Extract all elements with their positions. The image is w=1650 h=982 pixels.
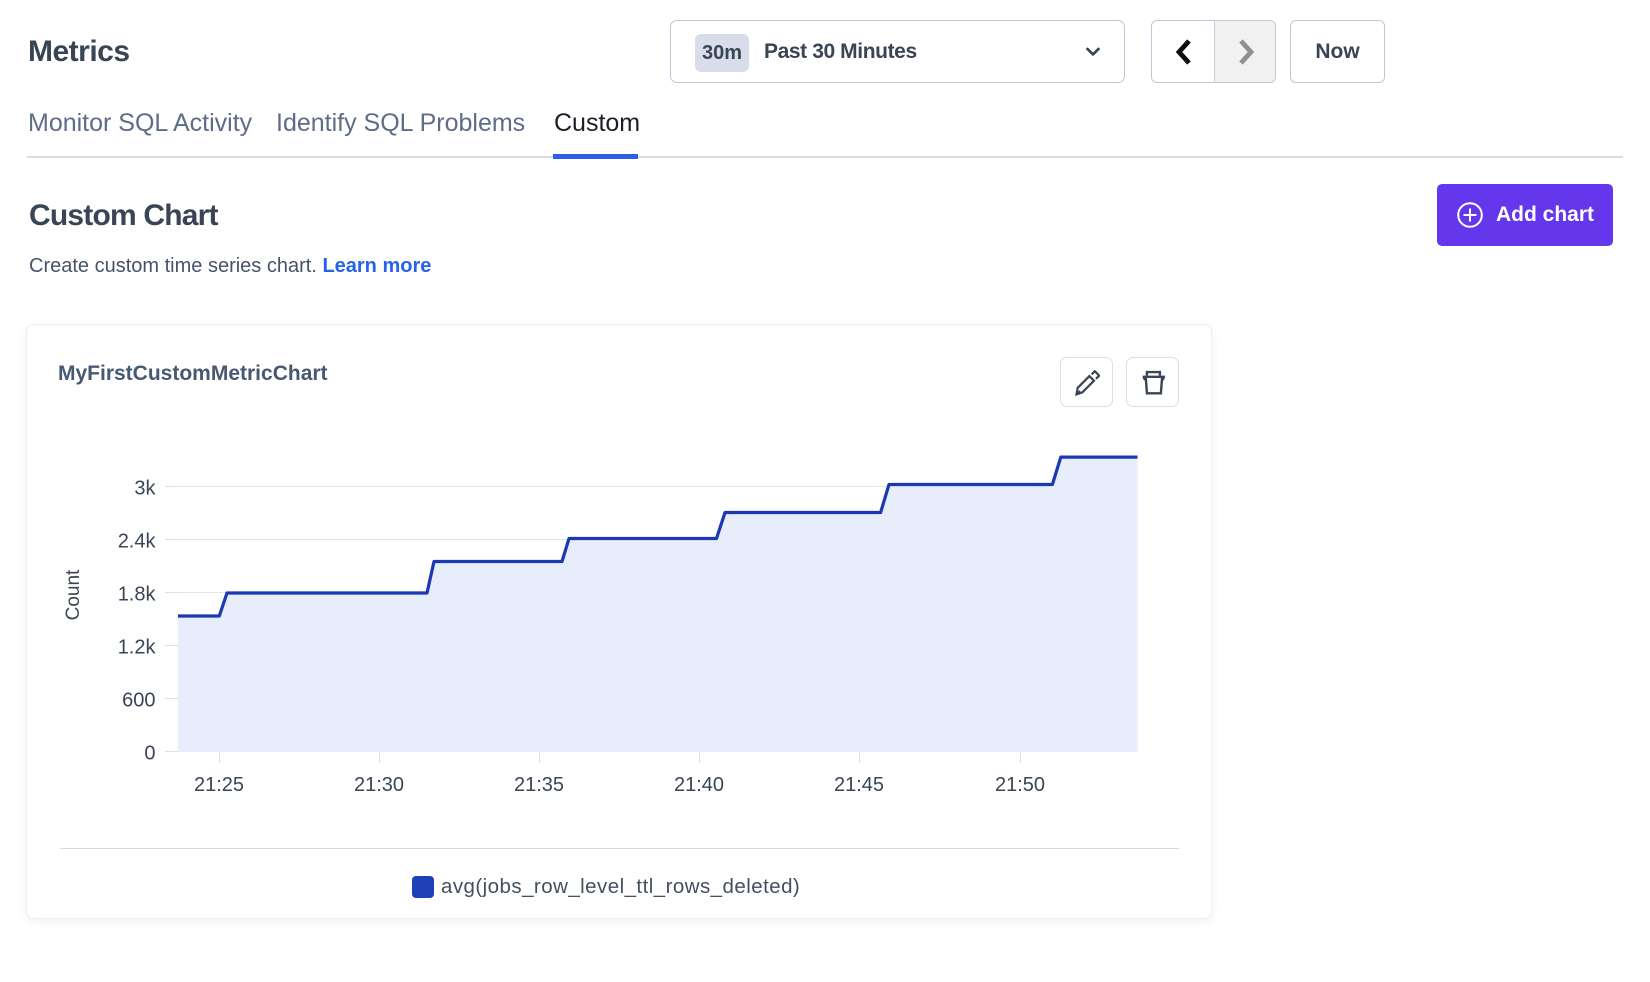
svg-text:1.2k: 1.2k [118, 637, 157, 659]
svg-text:Count: Count [63, 569, 84, 620]
svg-text:21:30: 21:30 [354, 774, 404, 796]
svg-text:21:25: 21:25 [194, 774, 244, 796]
svg-text:21:50: 21:50 [995, 774, 1045, 796]
svg-text:0: 0 [144, 743, 155, 765]
svg-text:21:40: 21:40 [674, 774, 724, 796]
svg-text:3k: 3k [134, 478, 156, 500]
svg-text:21:45: 21:45 [834, 774, 884, 796]
svg-text:2.4k: 2.4k [118, 531, 157, 553]
svg-text:1.8k: 1.8k [118, 584, 157, 606]
svg-text:21:35: 21:35 [514, 774, 564, 796]
svg-text:600: 600 [122, 690, 155, 712]
